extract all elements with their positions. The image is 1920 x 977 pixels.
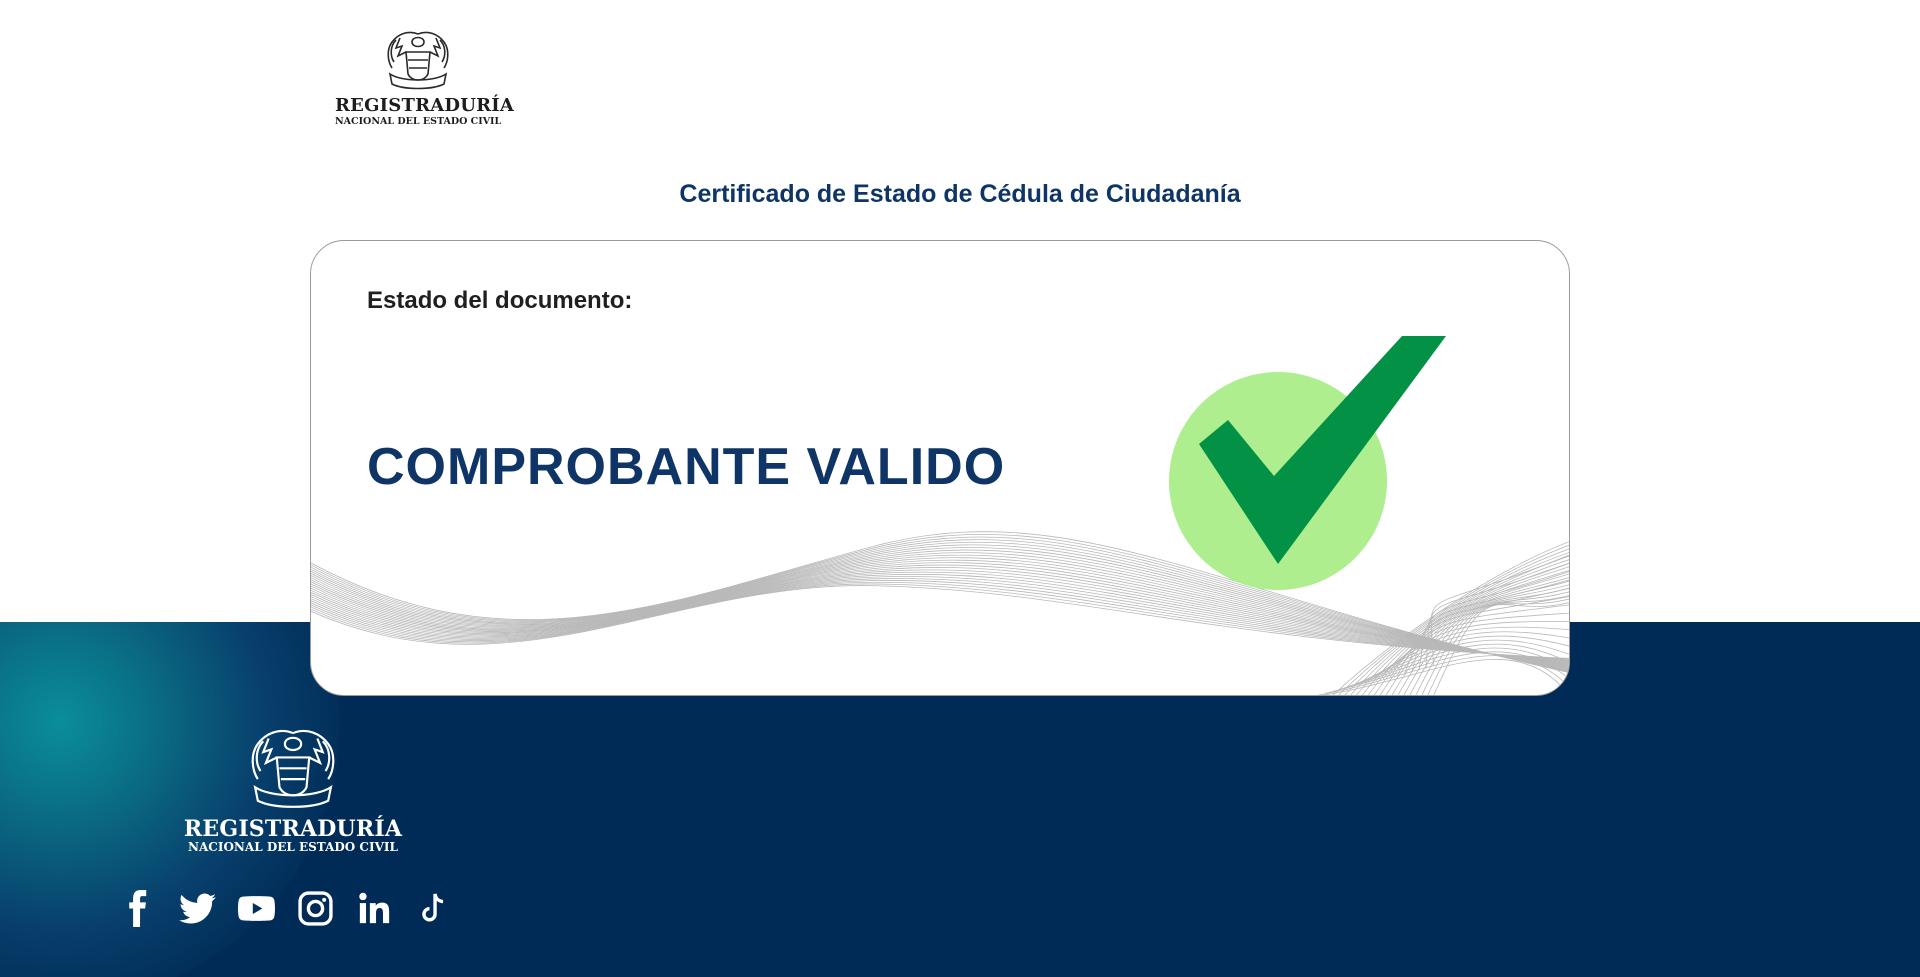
logo-subtitle: NACIONAL DEL ESTADO CIVIL (188, 840, 398, 854)
page: REGISTRADURÍA NACIONAL DEL ESTADO CIVIL … (0, 0, 1920, 977)
header-logo[interactable]: REGISTRADURÍA NACIONAL DEL ESTADO CIVIL (335, 28, 515, 133)
page-title: Certificado de Estado de Cédula de Ciuda… (679, 180, 1241, 208)
social-links (120, 890, 452, 927)
status-card: Estado del documento: COMPROBANTE VALIDO (310, 240, 1570, 696)
status-label: Estado del documento: (367, 287, 633, 314)
logo-subtitle: NACIONAL DEL ESTADO CIVIL (335, 116, 502, 127)
coat-of-arms-icon (251, 729, 335, 808)
twitter-icon[interactable] (179, 890, 216, 927)
status-value: COMPROBANTE VALIDO (367, 438, 1006, 496)
footer-logo[interactable]: REGISTRADURÍA NACIONAL DEL ESTADO CIVIL (178, 725, 408, 854)
instagram-icon[interactable] (297, 890, 334, 927)
tiktok-icon[interactable] (415, 890, 452, 927)
coat-of-arms-icon (386, 31, 449, 90)
youtube-icon[interactable] (238, 890, 275, 927)
linkedin-icon[interactable] (356, 890, 393, 927)
logo-name: REGISTRADURÍA (335, 95, 515, 116)
logo-name: REGISTRADURÍA (183, 816, 403, 842)
check-valid-icon (1169, 336, 1446, 590)
facebook-icon[interactable] (120, 890, 157, 927)
